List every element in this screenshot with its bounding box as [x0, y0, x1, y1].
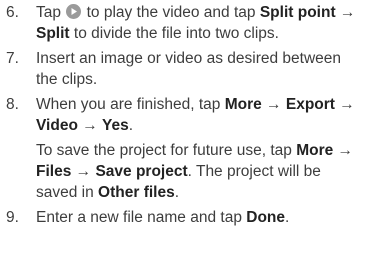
step-text: Tap [36, 4, 66, 21]
step-number: 8. [6, 96, 19, 113]
save-project-note: To save the project for future use, tap … [0, 140, 371, 203]
more-term: More [296, 142, 334, 159]
save-project-term: Save project [95, 163, 188, 180]
arrow-text: → [71, 163, 96, 180]
arrow-text: → [334, 96, 355, 113]
step-text: Insert an image or video as desired betw… [36, 50, 342, 88]
export-term: Export [285, 96, 335, 113]
yes-term: Yes [102, 117, 129, 134]
arrow-text: → [335, 4, 356, 21]
step-number: 9. [6, 209, 19, 226]
split-term: Split [36, 25, 70, 42]
video-term: Video [36, 117, 78, 134]
arrow-text: → [77, 117, 103, 134]
step-text: to play the video and tap [82, 4, 260, 21]
note-text: . [174, 184, 180, 201]
split-point-term: Split point [259, 4, 336, 21]
step-number: 6. [6, 4, 19, 21]
step-7: 7. Insert an image or video as desired b… [0, 48, 371, 90]
more-term: More [224, 96, 262, 113]
instruction-page: 6. Tap to play the video and tap Split p… [0, 0, 371, 261]
step-number: 7. [6, 50, 19, 67]
step-text: . [128, 117, 134, 134]
done-term: Done [246, 209, 285, 226]
play-icon [66, 4, 82, 19]
step-text: . [285, 209, 290, 226]
step-text: to divide the file into two clips. [69, 25, 279, 42]
step-text: Enter a new file name and tap [36, 209, 247, 226]
other-files-term: Other files [98, 184, 175, 201]
note-text: To save the project for future use, tap [36, 142, 297, 159]
step-text: When you are finished, tap [36, 96, 225, 113]
step-9: 9. Enter a new file name and tap Done. [0, 207, 371, 228]
step-6: 6. Tap to play the video and tap Split p… [0, 2, 371, 44]
arrow-text: → [333, 142, 354, 159]
files-term: Files [36, 163, 72, 180]
step-8: 8. When you are finished, tap More → Exp… [0, 94, 371, 136]
arrow-text: → [261, 96, 286, 113]
